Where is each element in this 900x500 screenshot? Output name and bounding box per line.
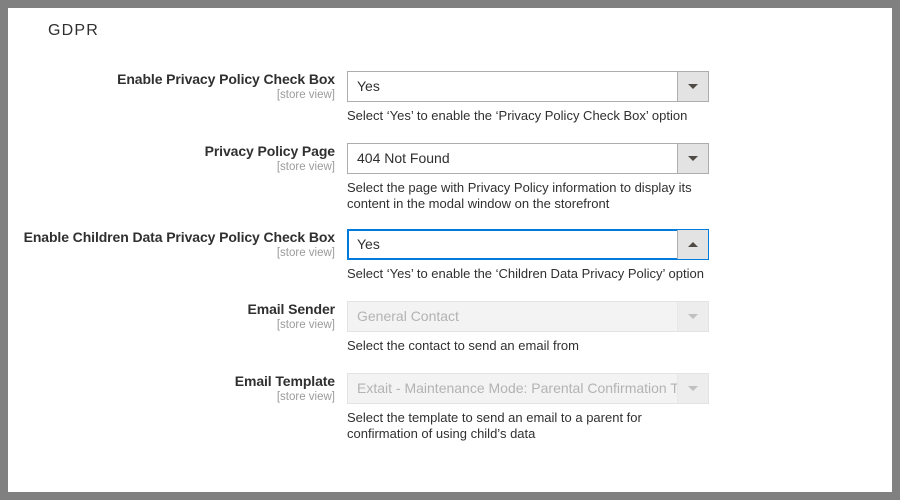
- select-selected-value: General Contact: [357, 308, 459, 324]
- select-dropdown: Extait - Maintenance Mode: Parental Conf…: [347, 373, 709, 404]
- select-dropdown: General Contact: [347, 301, 709, 332]
- field-label: Enable Privacy Policy Check Box: [117, 71, 335, 87]
- chevron-up-icon[interactable]: [677, 230, 708, 259]
- field-help-text: Select ‘Yes’ to enable the ‘Privacy Poli…: [347, 108, 688, 123]
- field-control-group: Extait - Maintenance Mode: Parental Conf…: [347, 373, 709, 442]
- field-scope-label: [store view]: [276, 247, 335, 259]
- select-dropdown[interactable]: 404 Not Found: [347, 143, 709, 174]
- chevron-down-icon-glyph: [688, 386, 698, 391]
- field-control-group: General Contact Select the contact to sen…: [347, 301, 709, 354]
- select-selected-value: Extait - Maintenance Mode: Parental Conf…: [357, 380, 693, 396]
- select-selected-value: 404 Not Found: [357, 150, 450, 166]
- chevron-down-icon: [677, 302, 708, 331]
- field-control-group: 404 Not Found Select the page with Privac…: [347, 143, 709, 212]
- field-label-group: Email Sender [store view]: [8, 301, 335, 333]
- field-help-text: Select the contact to send an email from: [347, 338, 579, 353]
- chevron-down-icon-glyph: [688, 314, 698, 319]
- field-label-group: Email Template [store view]: [8, 373, 335, 405]
- field-help-text: Select the template to send an email to …: [347, 410, 642, 441]
- field-label: Email Template: [234, 373, 335, 389]
- select-dropdown[interactable]: Yes: [347, 71, 709, 102]
- field-scope-label: [store view]: [276, 319, 335, 331]
- field-label-group: Enable Children Data Privacy Policy Chec…: [8, 229, 336, 261]
- field-control-group: Yes Select ‘Yes’ to enable the ‘Children …: [347, 229, 709, 282]
- field-help-text: Select the page with Privacy Policy info…: [347, 180, 692, 211]
- field-scope-label: [store view]: [276, 391, 335, 403]
- chevron-down-icon-glyph: [688, 84, 698, 89]
- chevron-down-icon: [677, 374, 708, 403]
- chevron-down-icon[interactable]: [677, 144, 708, 173]
- select-dropdown[interactable]: Yes: [347, 229, 709, 260]
- admin-content-panel: GDPR Enable Privacy Policy Check Box [sto…: [8, 8, 892, 492]
- chevron-down-icon-glyph: [688, 156, 698, 161]
- field-control-group: Yes Select ‘Yes’ to enable the ‘Privacy P…: [347, 71, 709, 124]
- field-scope-label: [store view]: [276, 161, 335, 173]
- field-label: Email Sender: [247, 301, 335, 317]
- chevron-up-icon-glyph: [688, 242, 698, 247]
- field-help-text: Select ‘Yes’ to enable the ‘Children Dat…: [347, 266, 704, 281]
- select-selected-value: Yes: [357, 78, 380, 94]
- field-label-group: Enable Privacy Policy Check Box [store vi…: [8, 71, 335, 103]
- page-title: GDPR: [48, 22, 100, 39]
- chevron-down-icon[interactable]: [677, 72, 708, 101]
- field-scope-label: [store view]: [276, 89, 335, 101]
- field-label: Privacy Policy Page: [204, 143, 336, 159]
- select-selected-value: Yes: [357, 236, 380, 252]
- field-label: Enable Children Data Privacy Policy Chec…: [23, 229, 336, 245]
- field-label-group: Privacy Policy Page [store view]: [8, 143, 336, 175]
